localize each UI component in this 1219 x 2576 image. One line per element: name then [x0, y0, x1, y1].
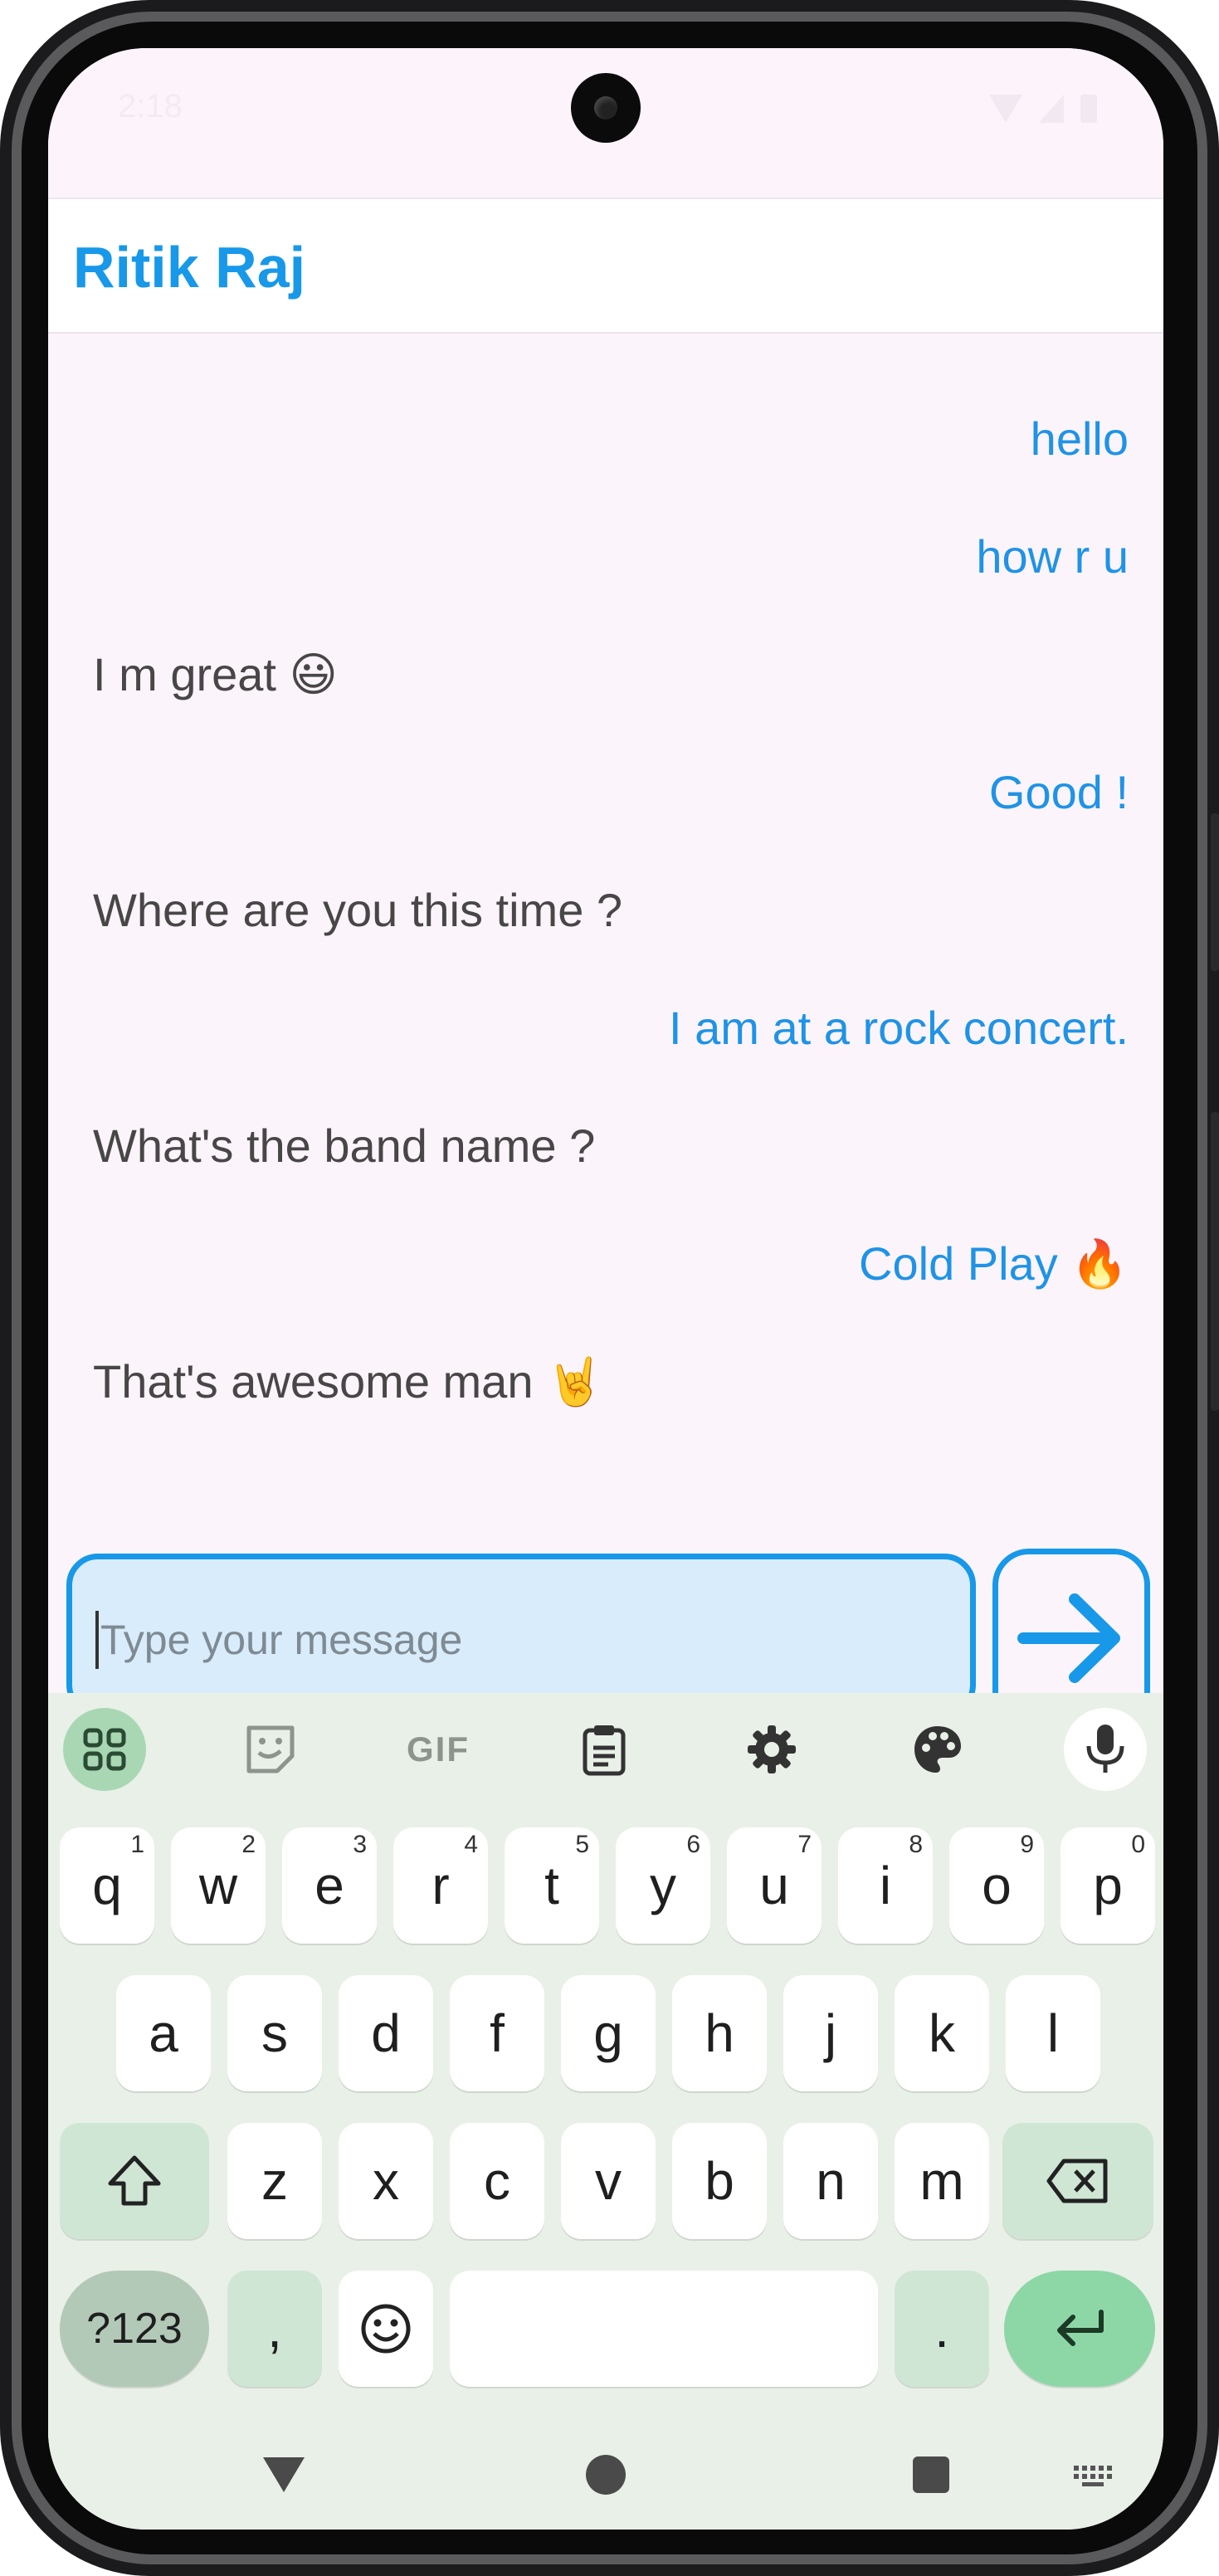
arrow-right-icon: [1017, 1593, 1120, 1683]
apps-grid-icon[interactable]: [63, 1708, 146, 1791]
key-d[interactable]: d: [339, 1975, 433, 2091]
shift-key[interactable]: [60, 2123, 209, 2239]
key-s[interactable]: s: [227, 1975, 322, 2091]
key-j[interactable]: j: [783, 1975, 878, 2091]
shift-icon: [108, 2155, 161, 2206]
chat-title: Ritik Raj: [73, 235, 306, 300]
battery-icon: [1080, 95, 1097, 123]
keyboard-toolbar: GIF: [48, 1693, 1163, 1801]
palette-icon[interactable]: [896, 1708, 979, 1791]
front-camera: [571, 73, 641, 143]
message-received: That's awesome man 🤘: [93, 1355, 604, 1408]
key-w[interactable]: w2: [171, 1827, 266, 1944]
back-icon[interactable]: [259, 2450, 309, 2500]
composer: Type your message: [48, 1494, 1163, 1728]
backspace-icon: [1046, 2159, 1108, 2203]
key-r[interactable]: r4: [393, 1827, 488, 1944]
key-e[interactable]: e3: [282, 1827, 377, 1944]
message-sent: I am at a rock concert.: [669, 1002, 1129, 1054]
gear-icon[interactable]: [730, 1708, 813, 1791]
comma-key[interactable]: ,: [227, 2271, 322, 2387]
message-received: Where are you this time ?: [93, 884, 623, 936]
navigation-bar: [48, 2413, 1163, 2530]
enter-key[interactable]: [1004, 2271, 1155, 2387]
recents-icon[interactable]: [906, 2450, 956, 2500]
key-q[interactable]: q1: [60, 1827, 154, 1944]
key-f[interactable]: f: [450, 1975, 544, 2091]
keyboard-switch-icon[interactable]: [1069, 2460, 1119, 2493]
status-time: 2:18: [118, 88, 183, 124]
key-n[interactable]: n: [783, 2123, 878, 2239]
mic-icon[interactable]: [1064, 1708, 1147, 1791]
message-received: What's the band name ?: [93, 1120, 596, 1172]
emoji-key[interactable]: [339, 2271, 433, 2387]
key-t[interactable]: t5: [505, 1827, 599, 1944]
text-caret: [95, 1611, 99, 1669]
status-icons: [989, 95, 1097, 123]
message-sent: hello: [1030, 412, 1129, 465]
wifi-icon: [989, 95, 1022, 123]
key-k[interactable]: k: [895, 1975, 989, 2091]
key-a[interactable]: a: [116, 1975, 211, 2091]
message-input-placeholder: Type your message: [100, 1617, 463, 1663]
key-b[interactable]: b: [672, 2123, 767, 2239]
key-y[interactable]: y6: [616, 1827, 710, 1944]
key-g[interactable]: g: [561, 1975, 656, 2091]
app-bar: Ritik Raj: [48, 198, 1163, 334]
volume-button: [1211, 813, 1219, 971]
sticker-icon[interactable]: [229, 1708, 312, 1791]
key-p[interactable]: p0: [1061, 1827, 1155, 1944]
backspace-key[interactable]: [1002, 2123, 1153, 2239]
message-received: I m great 😃: [93, 648, 338, 700]
message-list: hello how r u I m great 😃 Good ! Where a…: [48, 332, 1163, 1544]
space-key[interactable]: [450, 2271, 878, 2387]
status-bar: 2:18: [48, 48, 1163, 198]
enter-icon: [1057, 2310, 1104, 2346]
gif-button[interactable]: GIF: [397, 1708, 480, 1791]
message-sent: Cold Play 🔥: [859, 1237, 1129, 1290]
key-v[interactable]: v: [561, 2123, 656, 2239]
period-key[interactable]: .: [895, 2271, 989, 2387]
message-sent: how r u: [976, 530, 1129, 583]
message-sent: Good !: [988, 766, 1129, 818]
key-u[interactable]: u7: [727, 1827, 822, 1944]
key-m[interactable]: m: [895, 2123, 989, 2239]
home-icon[interactable]: [581, 2450, 631, 2500]
key-x[interactable]: x: [339, 2123, 433, 2239]
key-c[interactable]: c: [450, 2123, 544, 2239]
emoji-icon: [361, 2304, 411, 2354]
screen: 2:18 Ritik Raj hello how r u I m great 😃…: [48, 48, 1163, 2530]
symbols-key[interactable]: ?123: [60, 2271, 209, 2387]
key-o[interactable]: o9: [949, 1827, 1044, 1944]
key-h[interactable]: h: [672, 1975, 767, 2091]
key-i[interactable]: i8: [838, 1827, 933, 1944]
message-input[interactable]: Type your message: [66, 1554, 976, 1716]
keyboard: GIF q1 w2 e3 r4 t5 y6 u7 i8 o9 p0 a s d: [48, 1693, 1163, 2530]
power-button: [1211, 1112, 1219, 1411]
clipboard-icon[interactable]: [563, 1708, 646, 1791]
signal-icon: [1039, 95, 1064, 123]
key-z[interactable]: z: [227, 2123, 322, 2239]
key-l[interactable]: l: [1006, 1975, 1100, 2091]
